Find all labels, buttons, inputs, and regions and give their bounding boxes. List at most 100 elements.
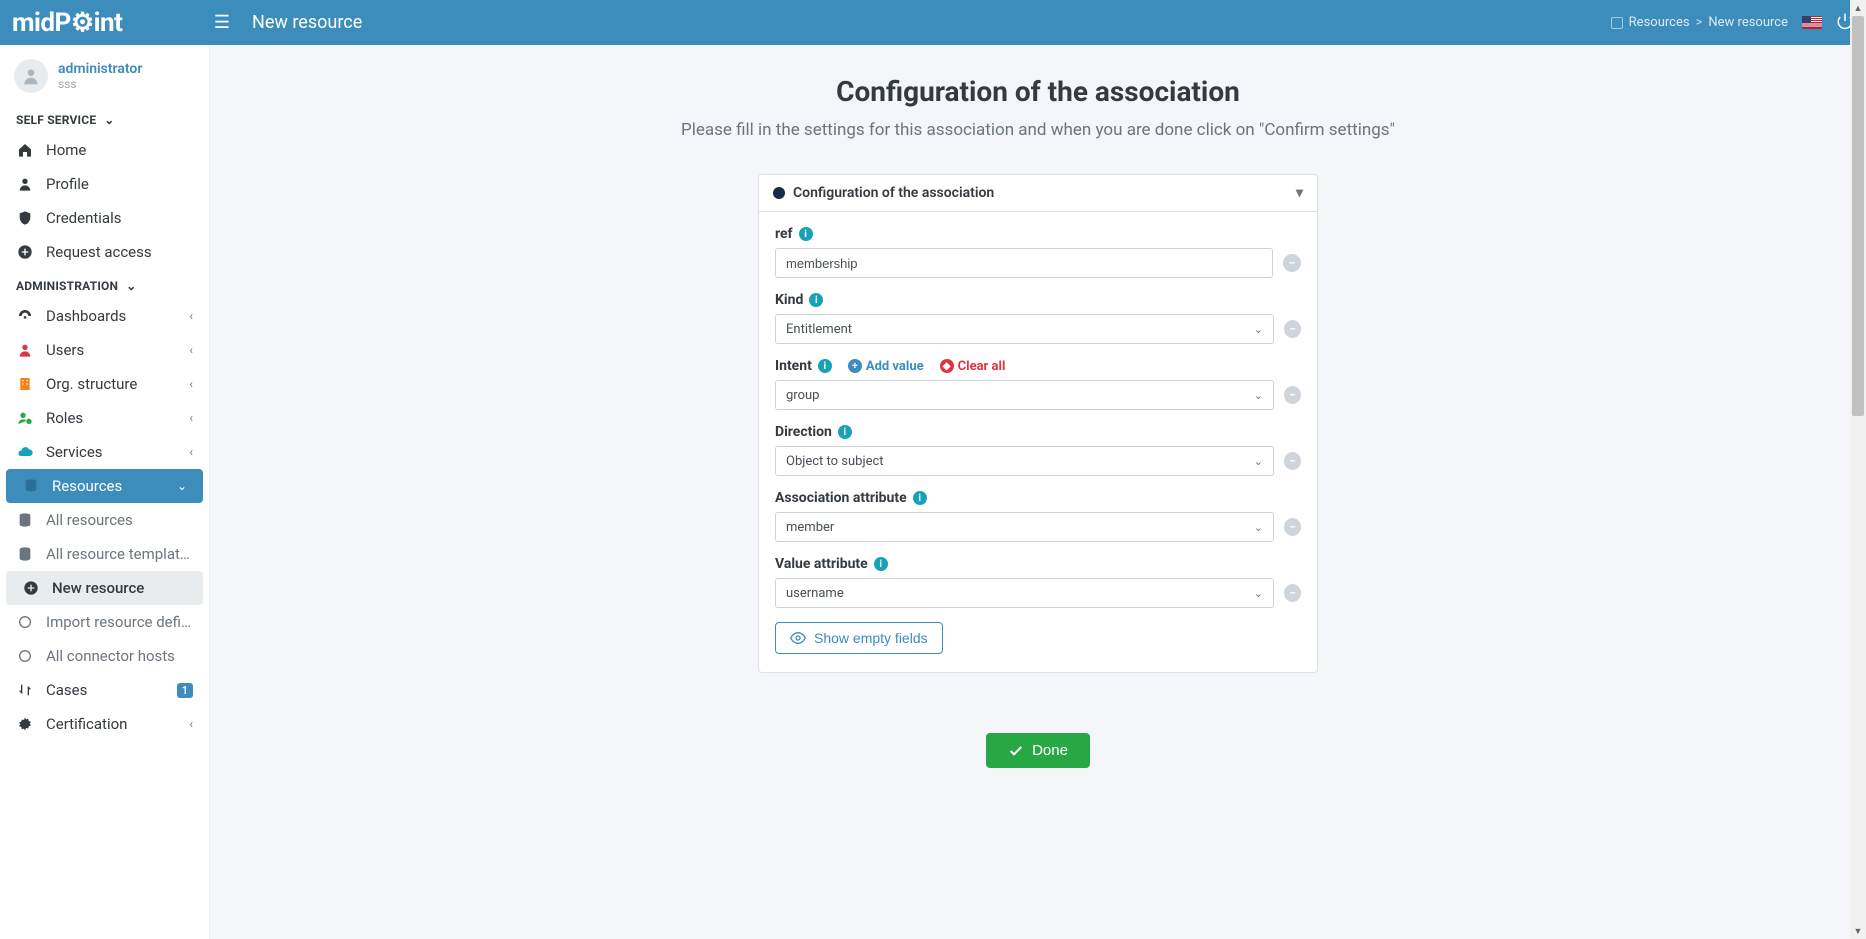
main-subheading: Please fill in the settings for this ass… [438, 120, 1638, 140]
cases-badge: 1 [177, 683, 193, 698]
gauge-icon [16, 307, 34, 325]
nav-credentials[interactable]: Credentials [0, 201, 209, 235]
sidebar: administrator sss SELF SERVICE ⌄ Home Pr… [0, 45, 210, 939]
sidebar-item-label: Roles [46, 409, 177, 427]
content-area: Configuration of the association Please … [210, 45, 1866, 939]
caret-down-icon: ▾ [1296, 185, 1303, 201]
panel-header[interactable]: Configuration of the association ▾ [759, 175, 1317, 212]
chevron-left-icon: ‹ [189, 411, 193, 425]
nav-import-resource[interactable]: Import resource definit… [0, 605, 209, 639]
sidebar-item-label: Import resource definit… [46, 613, 193, 631]
direction-select[interactable]: Object to subject ⌄ [775, 446, 1274, 476]
value-attribute-select[interactable]: username ⌄ [775, 578, 1274, 608]
breadcrumb: Resources > New resource [1611, 15, 1788, 30]
nav-all-resource-templates[interactable]: All resource templates [0, 537, 209, 571]
remove-icon[interactable]: − [1283, 254, 1301, 272]
section-administration[interactable]: ADMINISTRATION ⌄ [0, 269, 209, 299]
hamburger-icon[interactable]: ☰ [202, 12, 242, 33]
info-icon[interactable]: i [818, 359, 832, 373]
nav-cases[interactable]: Cases 1 [0, 673, 209, 707]
panel-title: Configuration of the association [793, 185, 994, 201]
app-logo[interactable]: midP⚙int [12, 8, 202, 38]
chevron-down-icon: ⌄ [1254, 389, 1263, 402]
database-icon [16, 511, 34, 529]
check-icon [1008, 743, 1024, 759]
nav-profile[interactable]: Profile [0, 167, 209, 201]
sidebar-item-label: Resources [52, 477, 165, 495]
nav-resources[interactable]: Resources ⌄ [6, 469, 203, 503]
association-attribute-select[interactable]: member ⌄ [775, 512, 1274, 542]
nav-all-resources[interactable]: All resources [0, 503, 209, 537]
user-name: administrator [58, 61, 142, 77]
sidebar-item-label: Users [46, 341, 177, 359]
sidebar-item-label: New resource [52, 579, 187, 597]
breadcrumb-root[interactable]: Resources [1629, 15, 1690, 30]
sidebar-item-label: Cases [46, 681, 165, 699]
sidebar-item-label: Services [46, 443, 177, 461]
nav-dashboards[interactable]: Dashboards ‹ [0, 299, 209, 333]
done-button[interactable]: Done [986, 733, 1090, 768]
intent-select[interactable]: group ⌄ [775, 380, 1274, 410]
topbar: midP⚙int ☰ New resource Resources > New … [0, 0, 1866, 45]
locale-flag-icon[interactable] [1802, 16, 1822, 29]
info-icon[interactable]: i [874, 557, 888, 571]
section-self-service[interactable]: SELF SERVICE ⌄ [0, 103, 209, 133]
chevron-left-icon: ‹ [189, 309, 193, 323]
chevron-down-icon: ⌄ [126, 279, 136, 293]
kind-select[interactable]: Entitlement ⌄ [775, 314, 1274, 344]
database-icon [16, 545, 34, 563]
plus-circle-icon [22, 579, 40, 597]
nav-new-resource[interactable]: New resource [6, 571, 203, 605]
add-value-button[interactable]: + Add value [848, 359, 924, 374]
nav-request-access[interactable]: Request access [0, 235, 209, 269]
sidebar-item-label: Profile [46, 175, 193, 193]
nav-users[interactable]: Users ‹ [0, 333, 209, 367]
field-label-text: Association attribute [775, 490, 907, 506]
info-icon[interactable]: i [913, 491, 927, 505]
swap-icon [16, 681, 34, 699]
user-icon [16, 175, 34, 193]
clear-all-button[interactable]: ◆ Clear all [940, 359, 1006, 374]
scrollbar[interactable]: ▲ ▼ [1850, 45, 1866, 939]
field-label-text: Direction [775, 424, 832, 440]
avatar [14, 59, 48, 93]
nav-certification[interactable]: Certification ‹ [0, 707, 209, 741]
breadcrumb-current: New resource [1708, 15, 1788, 30]
info-icon[interactable]: i [799, 227, 813, 241]
main-heading: Configuration of the association [438, 75, 1638, 108]
nav-roles[interactable]: Roles ‹ [0, 401, 209, 435]
chevron-down-icon: ⌄ [1254, 587, 1263, 600]
nav-all-connector-hosts[interactable]: All connector hosts [0, 639, 209, 673]
field-intent: Intent i + Add value ◆ Clear all [775, 358, 1301, 410]
remove-icon[interactable]: − [1284, 386, 1301, 404]
show-empty-fields-button[interactable]: Show empty fields [775, 622, 943, 654]
scroll-thumb[interactable] [1852, 45, 1864, 416]
shield-icon [16, 209, 34, 227]
field-label-text: Intent [775, 358, 812, 374]
remove-icon[interactable]: − [1284, 452, 1301, 470]
remove-icon[interactable]: − [1284, 518, 1301, 536]
sidebar-item-label: Certification [46, 715, 177, 733]
ref-input[interactable] [775, 248, 1273, 278]
eraser-icon: ◆ [940, 359, 954, 373]
field-label-text: Kind [775, 292, 803, 308]
chevron-down-icon: ⌄ [1254, 455, 1263, 468]
breadcrumb-sep: > [1696, 15, 1703, 30]
chevron-down-icon: ⌄ [104, 113, 114, 127]
association-panel: Configuration of the association ▾ ref i… [758, 174, 1318, 673]
database-icon [22, 477, 40, 495]
nav-org-structure[interactable]: Org. structure ‹ [0, 367, 209, 401]
info-icon[interactable]: i [838, 425, 852, 439]
user-block[interactable]: administrator sss [0, 45, 209, 103]
remove-icon[interactable]: − [1284, 320, 1301, 338]
field-direction: Direction i Object to subject ⌄ − [775, 424, 1301, 476]
sidebar-item-label: All resources [46, 511, 193, 529]
nav-home[interactable]: Home [0, 133, 209, 167]
sidebar-item-label: Dashboards [46, 307, 177, 325]
nav-services[interactable]: Services ‹ [0, 435, 209, 469]
info-icon[interactable]: i [809, 293, 823, 307]
remove-icon[interactable]: − [1284, 584, 1301, 602]
field-association-attribute: Association attribute i member ⌄ − [775, 490, 1301, 542]
scroll-down-icon[interactable]: ▼ [1850, 923, 1866, 939]
home-icon [16, 141, 34, 159]
